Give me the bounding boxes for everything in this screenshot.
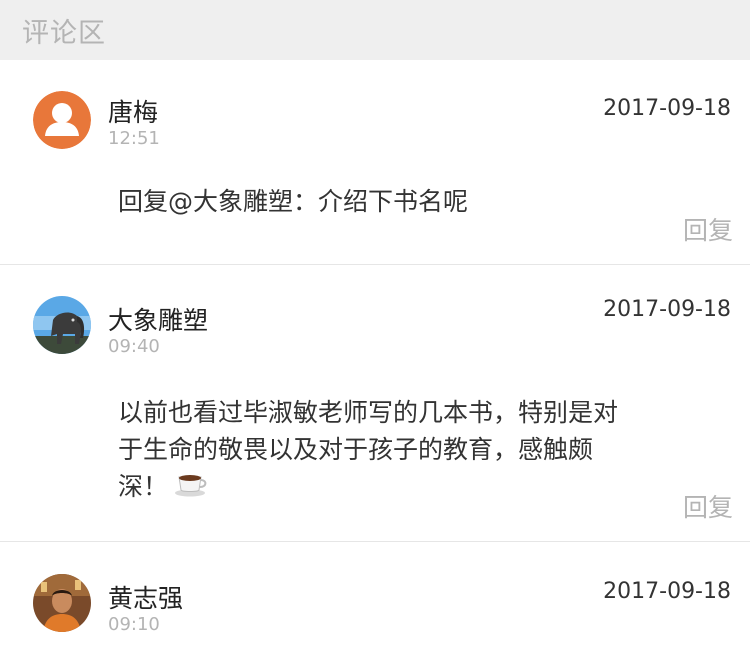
comment-text: 回复@大象雕塑：介绍下书名呢 <box>118 187 469 216</box>
comment-date: 2017-09-18 <box>603 96 731 121</box>
comment-time: 09:40 <box>108 336 160 357</box>
reply-button[interactable]: 回复 <box>683 211 733 247</box>
elephant-avatar-icon[interactable] <box>33 296 91 354</box>
comments-section-header: 评论区 <box>0 0 750 60</box>
comment-text-line: 深！ <box>118 468 708 507</box>
comment-item: 唐梅 12:51 2017-09-18 回复@大象雕塑：介绍下书名呢 回复 <box>0 60 750 265</box>
comment-text-line: 以前也看过毕淑敏老师写的几本书，特别是对 <box>118 398 619 427</box>
person-avatar-icon[interactable] <box>33 574 91 632</box>
comment-item: 黄志强 09:10 2017-09-18 <box>0 542 750 652</box>
default-avatar-icon[interactable] <box>33 91 91 149</box>
commenter-name[interactable]: 大象雕塑 <box>108 301 208 337</box>
comment-time: 12:51 <box>108 128 160 149</box>
comment-text: 以前也看过毕淑敏老师写的几本书，特别是对 于生命的敬畏以及对于孩子的教育，感触颇… <box>118 394 708 507</box>
coffee-cup-icon <box>174 470 208 507</box>
section-title: 评论区 <box>22 17 106 49</box>
comment-date: 2017-09-18 <box>603 297 731 322</box>
comment-text-line-end: 深！ <box>118 472 169 501</box>
commenter-name[interactable]: 唐梅 <box>108 93 158 129</box>
commenter-name[interactable]: 黄志强 <box>108 579 183 615</box>
comment-text-line: 于生命的敬畏以及对于孩子的教育，感触颇 <box>118 435 594 464</box>
comment-item: 大象雕塑 09:40 2017-09-18 以前也看过毕淑敏老师写的几本书，特别… <box>0 265 750 542</box>
reply-button[interactable]: 回复 <box>683 488 733 524</box>
comment-date: 2017-09-18 <box>603 579 731 604</box>
comment-time: 09:10 <box>108 614 160 635</box>
